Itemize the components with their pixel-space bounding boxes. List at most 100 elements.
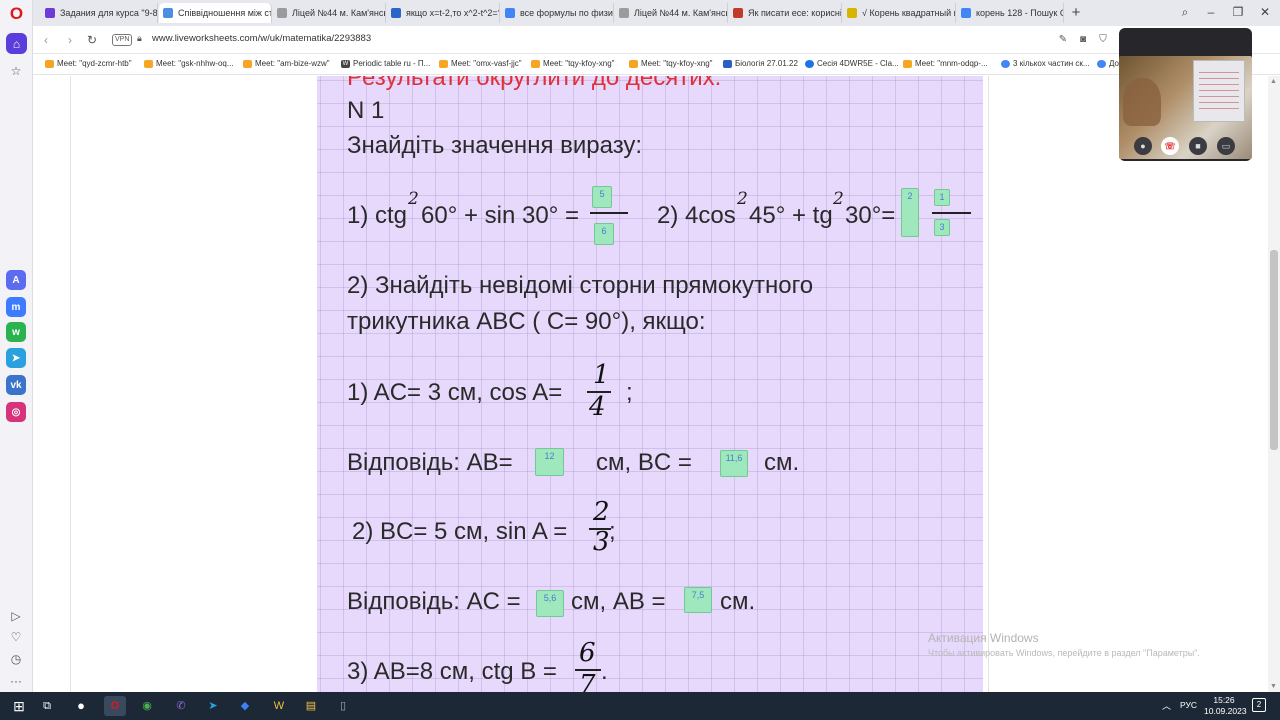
worksheet: Результати округлити до десятих. N 1 Зна… (317, 76, 983, 692)
tab-favicon (277, 8, 287, 18)
tab-favicon (505, 8, 515, 18)
home-icon[interactable]: ⌂ (6, 33, 27, 54)
telegram-taskbar-icon[interactable]: ➤ (202, 696, 224, 716)
close-icon[interactable]: ✕ (1253, 2, 1277, 22)
answer-field-ac2[interactable]: 5,6 (536, 590, 564, 617)
meet-icon (243, 60, 252, 68)
tab-1-active[interactable]: Співвідношення між сто (159, 3, 272, 23)
bookmark-label: Біологія 27.01.22 (735, 59, 798, 68)
expr1-part-b: 60° + sin 30° = (421, 202, 579, 229)
tab-7[interactable]: √ Корень квадратный из (843, 3, 956, 23)
bookmark-icon (723, 60, 732, 68)
bookmark-item[interactable]: Meet: "omx-vasf-jjc" (439, 59, 522, 68)
viber-icon[interactable]: ✆ (170, 696, 192, 716)
lock-icon[interactable]: 🔒︎ (137, 33, 142, 44)
answer-field-bc1[interactable]: 11,6 (720, 450, 748, 477)
folder-icon[interactable]: ▤ (300, 696, 322, 716)
camera-icon[interactable]: ◙ (1075, 32, 1091, 48)
answer-field-e1-num[interactable]: 5 (592, 186, 612, 208)
search-icon[interactable]: ⌕ (1173, 2, 1197, 22)
opera-logo-icon[interactable]: O (7, 4, 26, 23)
bookmark-item[interactable]: W Periodic table ru - П... (341, 59, 430, 68)
messenger-icon[interactable]: m (6, 297, 26, 317)
task-view-icon[interactable]: ⧉ (36, 696, 58, 716)
more-icon[interactable]: ··· (6, 671, 26, 691)
telegram-icon[interactable]: ➤ (6, 348, 26, 368)
scroll-down-icon[interactable]: ▼ (1270, 683, 1277, 690)
windows-activation-watermark: Активация Windows (928, 631, 1039, 645)
clock-time: 15:26 (1213, 695, 1235, 705)
edit-icon[interactable]: ✎ (1055, 32, 1071, 48)
minimize-icon[interactable]: – (1199, 2, 1223, 22)
bookmark-item[interactable]: Сесія 4DWR5E - Cla... (805, 59, 899, 68)
answer-field-ab2[interactable]: 7,5 (684, 587, 712, 613)
tab-2[interactable]: Ліцей №44 м. Кам'янськ (273, 3, 386, 23)
case3-condition: 3) AB=8 см, ctg B = (347, 658, 557, 685)
meet-icon (439, 60, 448, 68)
heart-icon[interactable]: ♡ (6, 627, 26, 647)
handwritten-denominator: 7 (579, 670, 596, 692)
player-icon[interactable]: ▷ (6, 606, 26, 626)
end-call-icon[interactable]: ☏ (1161, 137, 1179, 155)
clock-date: 10.09.2023 (1204, 706, 1247, 716)
bookmark-item[interactable]: Meet: "am-bize-wzw" (243, 59, 330, 68)
expr2-part-b: 45° + tg (749, 202, 833, 229)
bookmark-item[interactable]: Meet: "tqy-kfoy-xng" (629, 59, 712, 68)
answer-field-e2-num[interactable]: 1 (934, 189, 950, 206)
forward-icon[interactable]: › (61, 31, 79, 49)
history-icon[interactable]: ◷ (6, 649, 26, 669)
notification-icon[interactable]: 2 (1252, 698, 1266, 712)
video-call-popup[interactable]: ● ☏ ■ ▭ (1119, 28, 1252, 161)
answer-field-ab1[interactable]: 12 (535, 448, 564, 476)
bookmark-item[interactable]: Біологія 27.01.22 (723, 59, 798, 68)
windows-start-icon[interactable]: ⊞ (8, 696, 30, 716)
answer-field-e2-whole[interactable]: 2 (901, 188, 919, 237)
bookmark-item[interactable]: 3 кількох частин ск... (1001, 59, 1090, 68)
tab-4[interactable]: все формулы по физике (501, 3, 614, 23)
opera-taskbar-icon[interactable]: O (104, 696, 126, 716)
bookmark-item[interactable]: До (1097, 59, 1119, 68)
tab-5[interactable]: Ліцей №44 м. Кам'янськ (615, 3, 728, 23)
restore-icon[interactable]: ❐ (1226, 2, 1250, 22)
url-field[interactable]: www.liveworksheets.com/w/uk/matematika/2… (152, 33, 371, 44)
answer-field-e2-den[interactable]: 3 (934, 219, 950, 236)
camera-toggle-icon[interactable]: ■ (1189, 137, 1207, 155)
language-indicator[interactable]: РУС (1180, 700, 1197, 710)
obs-icon[interactable]: ● (70, 696, 92, 716)
chat-icon[interactable]: ▭ (1217, 137, 1235, 155)
opera-sidebar: O ⌂ ☆ A m w ➤ vk ◎ ▷ ♡ ◷ ··· (0, 0, 33, 692)
tab-0[interactable]: Задания для курса "9-8 к (41, 3, 158, 23)
tab-8[interactable]: корень 128 - Пошук Goo (957, 3, 1064, 23)
tray-chevron-icon[interactable]: ︿ (1162, 699, 1171, 712)
vpn-badge[interactable]: VPN (112, 34, 133, 46)
scroll-up-icon[interactable]: ▲ (1270, 78, 1277, 85)
clock[interactable]: 15:26 10.09.2023 (1204, 695, 1247, 717)
heading-cut: Результати округлити до десятих. (347, 76, 722, 91)
microphone-icon[interactable]: ● (1134, 137, 1152, 155)
handwritten-denominator: 3 (593, 527, 610, 557)
scroll-thumb[interactable] (1270, 250, 1278, 450)
bookmark-item[interactable]: Meet: "tqy-kfoy-xng" (531, 59, 614, 68)
warcraft-icon[interactable]: W (268, 696, 290, 716)
handwritten-denominator: 4 (589, 392, 606, 422)
vk-icon[interactable]: vk (6, 375, 26, 395)
page-scrollbar[interactable]: ▲ ▼ (1268, 76, 1280, 692)
whatsapp-icon[interactable]: w (6, 322, 26, 342)
bookmark-item[interactable]: Meet: "gsk-nhhw-oq... (144, 59, 234, 68)
shield-icon[interactable]: ⛉ (1095, 32, 1111, 48)
windows-activation-subtext: Чтобы активировать Windows, перейдите в … (928, 648, 1200, 658)
bookmark-item[interactable]: Meet: "mnm-odqp-... (903, 59, 988, 68)
back-icon[interactable]: ‹ (37, 31, 55, 49)
new-tab-button[interactable]: + (1067, 4, 1085, 22)
answer-field-e1-den[interactable]: 6 (594, 223, 614, 245)
chrome-icon[interactable]: ◉ (136, 696, 158, 716)
file-icon[interactable]: ▯ (332, 696, 354, 716)
aria-icon[interactable]: A (6, 270, 26, 290)
tab-6[interactable]: Як писати есе: корисні п (729, 3, 842, 23)
app-icon[interactable]: ◆ (234, 696, 256, 716)
reload-icon[interactable]: ↻ (83, 31, 101, 49)
star-icon[interactable]: ☆ (6, 61, 26, 81)
tab-3[interactable]: якщо x=t-2,то x^2-t^2=? (387, 3, 500, 23)
bookmark-item[interactable]: Meet: "qyd-zcmr-htb" (45, 59, 132, 68)
instagram-icon[interactable]: ◎ (6, 402, 26, 422)
